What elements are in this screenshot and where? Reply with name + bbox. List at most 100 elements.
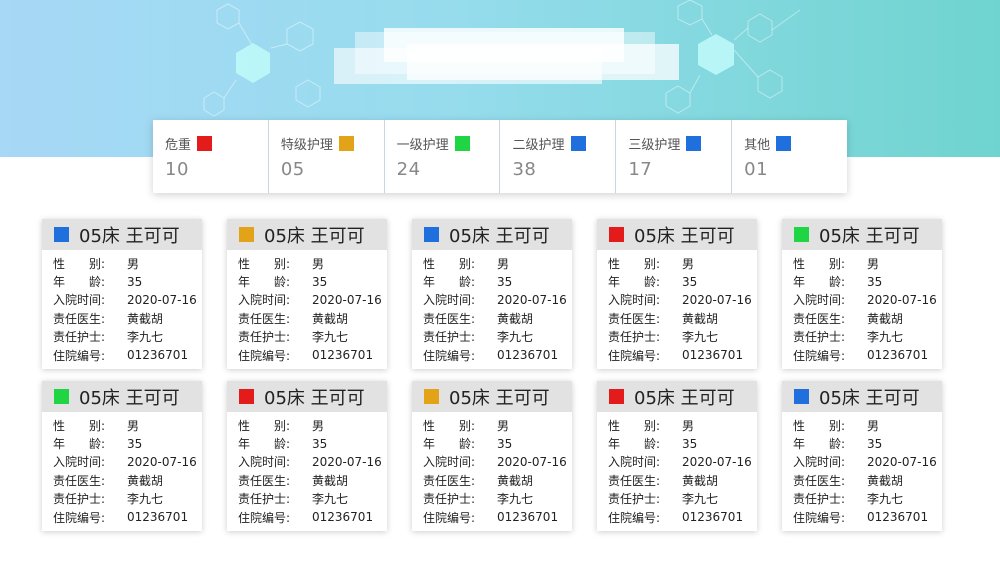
info-row-doctor: 责任医生: 黄截胡 [238, 471, 387, 489]
field-label: 入院时间: [423, 293, 476, 308]
info-row-gender: 性 别: 男 [608, 416, 757, 434]
field-label: 责任护士: [793, 492, 846, 507]
field-value: 35 [867, 274, 883, 289]
card-body: 性 别: 男年 龄: 35 入院时间: 2020-07-16 责任医生: 黄截胡 责任护士: 李… [412, 250, 572, 364]
field-value: 男 [682, 256, 695, 271]
info-row-doctor: 责任医生: 黄截胡 [608, 471, 757, 489]
info-row-record_no: 住院编号: 01236701 [423, 508, 572, 526]
bed-patient-title: 05床 王可可 [634, 387, 735, 409]
field-value: 黄截胡 [682, 311, 719, 326]
field-value: 2020-07-16 [497, 292, 567, 307]
patient-card[interactable]: 05床 王可可性 别: 男年 龄: 35 入院时间: 2020-07-16 责任医生: 黄截… [42, 381, 202, 531]
patient-card[interactable]: 05床 王可可性 别: 男年 龄: 35 入院时间: 2020-07-16 责任医生: 黄截… [597, 381, 757, 531]
field-label: 责任护士: [238, 330, 291, 345]
field-label: 入院时间: [238, 455, 291, 470]
field-label: 住院编号: [53, 510, 106, 525]
field-label: 责任医生: [793, 473, 846, 488]
care-level-square-icon [239, 227, 254, 242]
info-row-gender: 性 别: 男 [423, 416, 572, 434]
field-value: 黄截胡 [867, 473, 904, 488]
care-level-square-icon [54, 227, 69, 242]
info-row-age: 年 龄: 35 [793, 272, 942, 290]
care-level-square-icon [54, 389, 69, 404]
info-row-gender: 性 别: 男 [238, 254, 387, 272]
stat-item[interactable]: 其他 01 [731, 120, 847, 193]
patient-card[interactable]: 05床 王可可性 别: 男年 龄: 35 入院时间: 2020-07-16 责任医生: 黄截… [227, 381, 387, 531]
field-value: 2020-07-16 [312, 292, 382, 307]
field-label: 责任医生: [53, 473, 106, 488]
card-body: 性 别: 男年 龄: 35 入院时间: 2020-07-16 责任医生: 黄截胡 责任护士: 李… [227, 412, 387, 526]
patient-card[interactable]: 05床 王可可性 别: 男年 龄: 35 入院时间: 2020-07-16 责任医生: 黄截… [412, 381, 572, 531]
field-label: 年 龄: [53, 437, 106, 452]
field-value: 男 [312, 418, 325, 433]
info-row-record_no: 住院编号: 01236701 [53, 508, 202, 526]
field-label: 住院编号: [238, 510, 291, 525]
field-value: 35 [682, 436, 698, 451]
stat-header: 其他 [744, 134, 847, 153]
patient-card[interactable]: 05床 王可可性 别: 男年 龄: 35 入院时间: 2020-07-16 责任医生: 黄截… [782, 381, 942, 531]
field-value: 黄截胡 [127, 473, 164, 488]
bed-patient-title: 05床 王可可 [634, 225, 735, 247]
field-value: 男 [682, 418, 695, 433]
field-value: 01236701 [312, 348, 374, 363]
info-row-age: 年 龄: 35 [53, 272, 202, 290]
field-label: 性 别: [793, 418, 846, 433]
field-label: 责任护士: [423, 492, 476, 507]
card-header: 05床 王可可 [412, 219, 572, 250]
stat-label: 三级护理 [628, 138, 681, 153]
field-label: 责任护士: [53, 330, 106, 345]
stat-header: 一级护理 [397, 134, 500, 153]
patient-card[interactable]: 05床 王可可性 别: 男年 龄: 35 入院时间: 2020-07-16 责任医生: 黄截… [227, 219, 387, 369]
info-row-admitted: 入院时间: 2020-07-16 [53, 453, 202, 471]
bed-patient-title: 05床 王可可 [449, 225, 550, 247]
field-value: 01236701 [312, 510, 374, 525]
field-label: 性 别: [608, 418, 661, 433]
field-value: 李九七 [312, 492, 349, 507]
stat-item[interactable]: 三级护理 17 [615, 120, 731, 193]
field-value: 01236701 [497, 348, 559, 363]
info-row-doctor: 责任医生: 黄截胡 [53, 309, 202, 327]
info-row-record_no: 住院编号: 01236701 [608, 508, 757, 526]
bed-patient-title: 05床 王可可 [819, 387, 920, 409]
patient-card[interactable]: 05床 王可可性 别: 男年 龄: 35 入院时间: 2020-07-16 责任医生: 黄截… [412, 219, 572, 369]
field-label: 住院编号: [53, 348, 106, 363]
info-row-record_no: 住院编号: 01236701 [53, 346, 202, 364]
info-row-nurse: 责任护士: 李九七 [423, 490, 572, 508]
stat-header: 危重 [165, 134, 268, 153]
field-label: 年 龄: [238, 437, 291, 452]
field-label: 年 龄: [238, 275, 291, 290]
info-row-admitted: 入院时间: 2020-07-16 [793, 291, 942, 309]
level-color-swatch [338, 136, 354, 151]
stat-item[interactable]: 危重 10 [153, 120, 268, 193]
info-row-nurse: 责任护士: 李九七 [53, 490, 202, 508]
stat-item[interactable]: 一级护理 24 [383, 120, 500, 193]
info-row-age: 年 龄: 35 [238, 272, 387, 290]
patient-card[interactable]: 05床 王可可性 别: 男年 龄: 35 入院时间: 2020-07-16 责任医生: 黄截… [782, 219, 942, 369]
field-value: 35 [497, 274, 513, 289]
field-value: 黄截胡 [682, 473, 719, 488]
field-label: 性 别: [53, 418, 106, 433]
info-row-age: 年 龄: 35 [608, 272, 757, 290]
field-value: 黄截胡 [312, 473, 349, 488]
stat-header: 特级护理 [281, 134, 384, 153]
care-level-square-icon [794, 227, 809, 242]
field-value: 李九七 [867, 492, 904, 507]
field-value: 01236701 [127, 510, 189, 525]
bed-patient-title: 05床 王可可 [79, 225, 180, 247]
card-header: 05床 王可可 [597, 381, 757, 412]
stat-item[interactable]: 二级护理 38 [499, 120, 615, 193]
field-value: 男 [312, 256, 325, 271]
field-label: 性 别: [608, 256, 661, 271]
patient-card[interactable]: 05床 王可可性 别: 男年 龄: 35 入院时间: 2020-07-16 责任医生: 黄截… [42, 219, 202, 369]
field-value: 2020-07-16 [312, 454, 382, 469]
card-body: 性 别: 男年 龄: 35 入院时间: 2020-07-16 责任医生: 黄截胡 责任护士: 李… [412, 412, 572, 526]
field-label: 责任医生: [423, 473, 476, 488]
patient-card[interactable]: 05床 王可可性 别: 男年 龄: 35 入院时间: 2020-07-16 责任医生: 黄截… [597, 219, 757, 369]
field-label: 责任医生: [238, 473, 291, 488]
info-row-record_no: 住院编号: 01236701 [608, 346, 757, 364]
field-value: 男 [497, 418, 510, 433]
card-header: 05床 王可可 [597, 219, 757, 250]
field-label: 住院编号: [608, 510, 661, 525]
field-value: 李九七 [682, 492, 719, 507]
stat-item[interactable]: 特级护理 05 [267, 120, 384, 193]
